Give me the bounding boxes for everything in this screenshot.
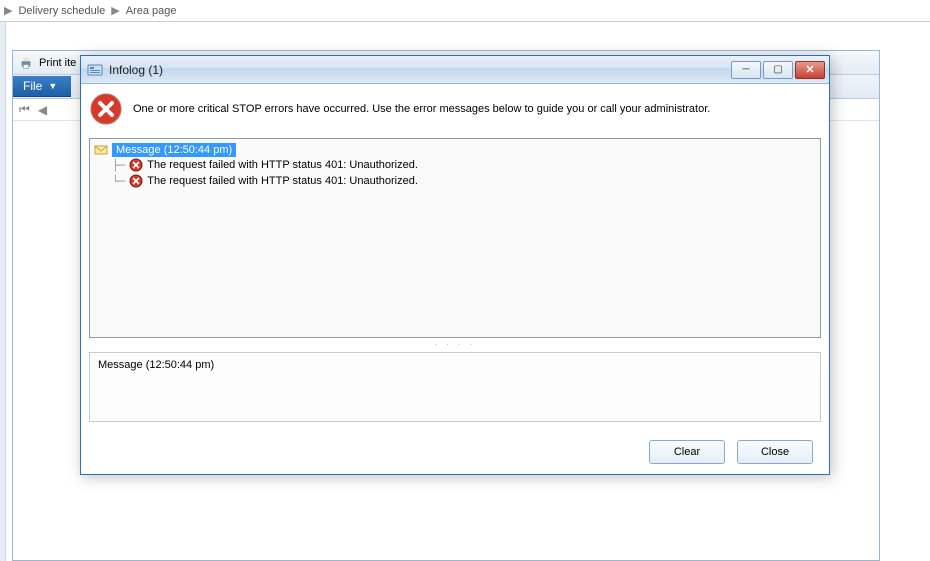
detail-panel: Message (12:50:44 pm) [89, 352, 821, 422]
breadcrumb: ▶ Delivery schedule ▶ Area page [0, 0, 930, 22]
header-message-row: One or more critical STOP errors have oc… [81, 84, 829, 138]
tree-root[interactable]: Message (12:50:44 pm) [94, 143, 816, 157]
titlebar[interactable]: Infolog (1) ─ ▢ ✕ [81, 56, 829, 84]
tree-connector-icon: ├─ [112, 159, 125, 172]
chevron-right-icon: ▶ [111, 4, 119, 17]
error-item-icon [129, 158, 143, 172]
maximize-button[interactable]: ▢ [763, 61, 793, 79]
first-record-icon[interactable]: ⏮ [19, 102, 30, 117]
detail-text: Message (12:50:44 pm) [98, 359, 214, 371]
app-icon [87, 62, 103, 78]
chevron-down-icon: ▼ [48, 81, 57, 91]
clear-button[interactable]: Clear [649, 440, 725, 464]
prev-record-icon[interactable]: ◀ [38, 103, 47, 117]
close-window-button[interactable]: ✕ [795, 61, 825, 79]
minimize-icon: ─ [742, 64, 749, 75]
envelope-icon [94, 143, 108, 157]
file-menu-label: File [23, 79, 42, 93]
chevron-right-icon: ▶ [4, 4, 12, 17]
window-controls: ─ ▢ ✕ [731, 61, 825, 79]
splitter-handle[interactable]: · · · · [81, 338, 829, 350]
tree-item[interactable]: └─ The request failed with HTTP status 4… [112, 173, 816, 189]
infolog-dialog: Infolog (1) ─ ▢ ✕ One or more critical S… [80, 55, 830, 475]
dialog-button-row: Clear Close [81, 430, 829, 474]
close-icon: ✕ [805, 63, 814, 76]
message-tree[interactable]: Message (12:50:44 pm) ├─ The request fai… [89, 138, 821, 338]
close-button[interactable]: Close [737, 440, 813, 464]
minimize-button[interactable]: ─ [731, 61, 761, 79]
tree-root-label: Message (12:50:44 pm) [112, 143, 236, 157]
tree-connector-icon: └─ [112, 175, 125, 188]
error-item-icon [129, 174, 143, 188]
error-stop-icon [89, 92, 123, 126]
print-label[interactable]: Print ite [39, 57, 76, 69]
tree-item-label: The request failed with HTTP status 401:… [147, 159, 418, 171]
tree-item[interactable]: ├─ The request failed with HTTP status 4… [112, 157, 816, 173]
header-message-text: One or more critical STOP errors have oc… [133, 103, 817, 115]
dialog-title: Infolog (1) [109, 63, 725, 77]
maximize-icon: ▢ [773, 64, 782, 75]
left-rail [0, 22, 6, 561]
printer-icon [19, 56, 33, 70]
breadcrumb-item[interactable]: Delivery schedule [18, 5, 105, 17]
tree-item-label: The request failed with HTTP status 401:… [147, 175, 418, 187]
file-menu[interactable]: File ▼ [13, 76, 71, 97]
breadcrumb-item[interactable]: Area page [126, 5, 177, 17]
